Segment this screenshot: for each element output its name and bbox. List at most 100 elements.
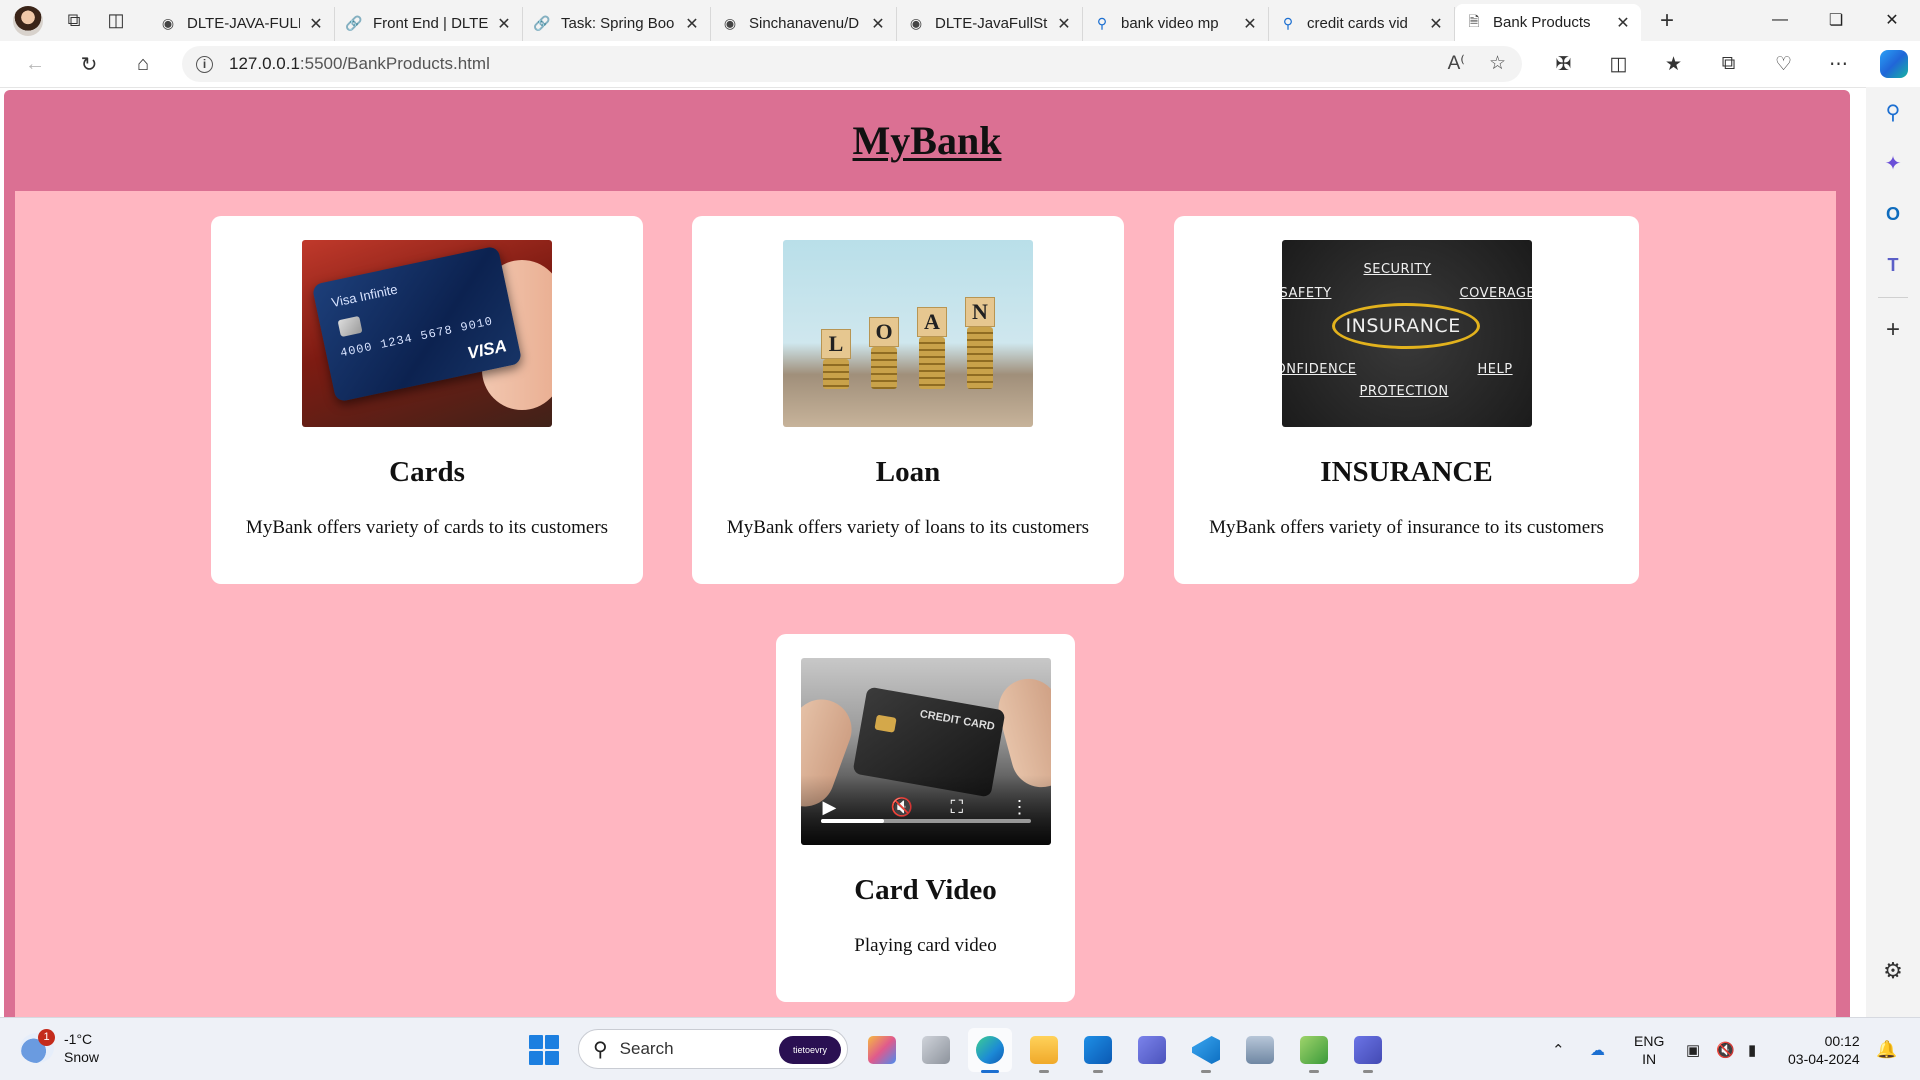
taskbar-search[interactable]: ⚲ Search tietoevry [578, 1029, 848, 1069]
fullscreen-icon[interactable]: ⛶ [951, 797, 964, 818]
tab-bank-products[interactable]: 🗎 Bank Products ✕ [1455, 4, 1641, 41]
mute-icon[interactable]: 🔇 [891, 797, 913, 818]
add-icon[interactable]: + [1866, 304, 1920, 355]
play-icon[interactable]: ▶ [823, 797, 837, 818]
site-info-icon[interactable]: i [196, 55, 213, 73]
file-explorer-icon[interactable] [1022, 1028, 1066, 1073]
close-icon[interactable]: ✕ [1054, 14, 1074, 34]
teams-icon[interactable] [1130, 1028, 1174, 1072]
workspaces-icon[interactable]: ⧉ [55, 4, 93, 38]
notepad-app-icon[interactable] [1292, 1028, 1336, 1073]
show-hidden-icons-chevron-icon[interactable]: ⌃ [1552, 1018, 1565, 1080]
onedrive-icon[interactable]: ☁ [1590, 1018, 1605, 1080]
card-title: Card Video [854, 874, 997, 906]
search-icon[interactable]: ⚲ [1866, 87, 1920, 138]
product-card-loan: L O A N Loan MyBank offers variety of lo… [692, 216, 1124, 584]
bank-page: MyBank Visa Infinite 4000 1234 5678 9010… [4, 90, 1850, 1017]
products-section: Visa Infinite 4000 1234 5678 9010 VISA C… [15, 191, 1836, 1017]
tab-task-spring-boot[interactable]: 🔗 Task: Spring Boo ✕ [523, 6, 711, 41]
tab-title: Front End | DLTE [373, 15, 488, 32]
split-screen-icon[interactable]: ◫ [1591, 45, 1646, 83]
database-app-icon[interactable] [1238, 1028, 1282, 1072]
tab-title: DLTE-JavaFullSt [935, 15, 1048, 32]
address-bar[interactable]: i 127.0.0.1:5500/BankProducts.html A⁽ ☆ [182, 46, 1522, 82]
back-button[interactable]: ← [8, 46, 62, 82]
notifications-bell-icon[interactable]: 🔔 [1876, 1018, 1897, 1080]
system-clock[interactable]: 00:12 03-04-2024 [1788, 1032, 1860, 1068]
tab-dlte-java-full[interactable]: ◉ DLTE-JAVA-FULL ✕ [149, 6, 335, 41]
teams-new-icon[interactable] [1346, 1028, 1390, 1073]
close-window-button[interactable]: ✕ [1864, 0, 1920, 40]
github-icon: ◉ [723, 15, 737, 31]
notification-badge: 1 [38, 1029, 55, 1046]
tab-title: Sinchanavenu/D [749, 15, 860, 32]
vertical-tabs-icon[interactable]: ◫ [97, 4, 135, 38]
video-progress-fill [820, 819, 884, 823]
tab-bank-video[interactable]: ⚲ bank video mp ✕ [1083, 6, 1269, 41]
input-language[interactable]: ENG IN [1634, 1032, 1664, 1068]
insurance-chalkboard-image: INSURANCE SECURITY SAFETY COVERAGE ONFID… [1281, 240, 1532, 427]
product-card-video: CREDIT CARD ▶ 🔇 ⛶ ⋮ Card Video Playing c… [776, 634, 1075, 1002]
home-button[interactable]: ⌂ [116, 46, 170, 82]
close-icon[interactable]: ✕ [1240, 14, 1260, 34]
close-icon[interactable]: ✕ [1426, 14, 1446, 34]
edge-app-icon[interactable] [968, 1028, 1012, 1073]
settings-gear-icon[interactable]: ⚙ [1866, 945, 1920, 996]
sidebar-divider [1878, 297, 1908, 298]
close-icon[interactable]: ✕ [306, 14, 326, 34]
card-title: Cards [389, 456, 465, 488]
tab-title: Bank Products [1493, 14, 1591, 31]
task-view-icon[interactable] [914, 1028, 958, 1072]
network-icon[interactable]: ▣ [1686, 1018, 1700, 1080]
copilot-icon[interactable]: ✦ [1866, 138, 1920, 189]
restore-button[interactable]: ❏ [1808, 0, 1864, 40]
copilot-icon[interactable] [1880, 50, 1908, 78]
weather-widget[interactable]: 1 -1°C Snow [20, 1029, 99, 1066]
teams-icon[interactable]: T [1866, 240, 1920, 291]
profile-avatar[interactable] [13, 5, 43, 36]
outlook-icon[interactable] [1076, 1028, 1120, 1073]
tab-title: Task: Spring Boo [561, 15, 675, 32]
github-icon: ◉ [161, 15, 175, 31]
favorite-star-icon[interactable]: ☆ [1489, 52, 1506, 75]
refresh-button[interactable]: ↻ [62, 46, 116, 82]
card-title: INSURANCE [1320, 456, 1493, 488]
new-tab-button[interactable]: + [1647, 4, 1687, 38]
tab-title: bank video mp [1121, 15, 1219, 32]
link-icon: 🔗 [533, 15, 551, 31]
browser-essentials-icon[interactable]: ♡ [1756, 45, 1811, 83]
start-button[interactable] [529, 1035, 559, 1065]
more-options-icon[interactable]: ⋯ [1811, 45, 1866, 83]
vscode-icon[interactable] [1184, 1028, 1228, 1073]
more-options-icon[interactable]: ⋮ [1011, 797, 1029, 818]
battery-icon[interactable]: ▮ [1748, 1018, 1756, 1080]
minimize-button[interactable]: — [1752, 0, 1808, 40]
tab-credit-cards-video[interactable]: ⚲ credit cards vid ✕ [1269, 6, 1455, 41]
volume-muted-icon[interactable]: 🔇 [1716, 1018, 1735, 1080]
weather-snow-icon: 1 [20, 1029, 55, 1063]
brand-title: MyBank [852, 117, 1002, 163]
copilot-app-icon[interactable] [860, 1028, 904, 1072]
card-description: MyBank offers variety of cards to its cu… [245, 517, 609, 538]
product-card-insurance: INSURANCE SECURITY SAFETY COVERAGE ONFID… [1174, 216, 1639, 584]
edge-sidebar: ⚲ ✦ O T + ⚙ [1866, 87, 1920, 1017]
close-icon[interactable]: ✕ [494, 14, 514, 34]
collections-icon[interactable]: ⧉ [1701, 45, 1756, 83]
outlook-icon[interactable]: O [1866, 189, 1920, 240]
url-text[interactable]: 127.0.0.1:5500/BankProducts.html [229, 54, 490, 74]
tab-front-end[interactable]: 🔗 Front End | DLTE ✕ [335, 6, 523, 41]
close-icon[interactable]: ✕ [682, 14, 702, 34]
video-controls: ▶ 🔇 ⛶ ⋮ [800, 775, 1051, 845]
weather-temp: -1°C [64, 1031, 93, 1047]
loan-image: L O A N [783, 240, 1033, 427]
close-icon[interactable]: ✕ [1613, 13, 1633, 33]
tab-sinchanavenu[interactable]: ◉ Sinchanavenu/D ✕ [711, 6, 897, 41]
tab-dlte-javafullstack[interactable]: ◉ DLTE-JavaFullSt ✕ [897, 6, 1083, 41]
search-label: Search [619, 1039, 674, 1058]
close-icon[interactable]: ✕ [868, 14, 888, 34]
favorites-icon[interactable]: ★ [1646, 45, 1701, 83]
read-aloud-icon[interactable]: A⁽ [1448, 52, 1465, 75]
extensions-icon[interactable]: ✠ [1536, 45, 1591, 83]
video-progress-bar[interactable] [820, 819, 1031, 823]
card-video-player[interactable]: CREDIT CARD ▶ 🔇 ⛶ ⋮ [800, 658, 1051, 845]
